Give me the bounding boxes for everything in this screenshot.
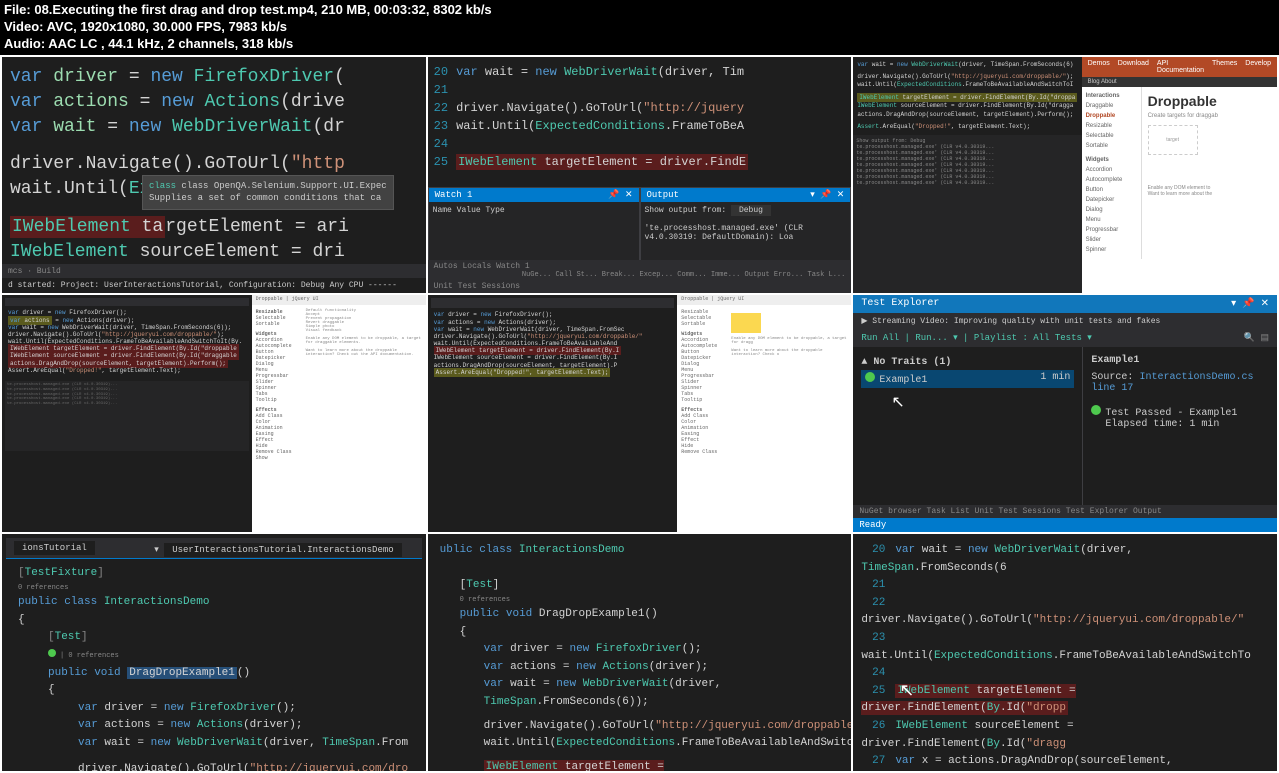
- code-line: var driver = new FirefoxDriver(: [10, 65, 418, 90]
- vs-ide: var driver = new FirefoxDriver(); var ac…: [428, 295, 678, 532]
- thumbnail-3[interactable]: var wait = new WebDriverWait(driver, Tim…: [853, 57, 1277, 294]
- bottom-tabs[interactable]: NuGet browser Task List Unit Test Sessio…: [853, 505, 1277, 518]
- media-info-header: File: 08.Executing the first drag and dr…: [0, 0, 1279, 55]
- thumbnail-9[interactable]: 20var wait = new WebDriverWait(driver, T…: [853, 534, 1277, 771]
- code-line: IWebElement sourceElement = dri: [10, 240, 418, 265]
- thumbnail-1[interactable]: var driver = new FirefoxDriver( var acti…: [2, 57, 426, 294]
- pin-icon[interactable]: ▾ 📌 ✕: [810, 190, 844, 200]
- cursor-icon: ↖: [899, 678, 914, 707]
- code-line: driver.Navigate().GoToUrl("http: [10, 152, 418, 177]
- streaming-banner[interactable]: ▶ Streaming Video: Improving quality wit…: [853, 313, 1277, 329]
- vs-ide: var driver = new FirefoxDriver(); var ac…: [2, 295, 252, 532]
- close-icon[interactable]: ▾ 📌 ✕: [1231, 298, 1269, 310]
- cursor-icon: ↖: [891, 392, 1104, 412]
- browser-docs: Droppable | jQuery UI ResizableSelectabl…: [252, 295, 426, 532]
- browser-docs: Droppable | jQuery UI ResizableSelectabl…: [677, 295, 851, 532]
- code-line: IWebElement targetElement = ari: [10, 215, 418, 240]
- code-line: var wait = new WebDriverWait(dr: [10, 115, 418, 140]
- code-editor: 20var wait = new WebDriverWait(driver, T…: [428, 57, 852, 187]
- file-info: File: 08.Executing the first drag and dr…: [4, 2, 1275, 19]
- status-bar: Ready: [853, 518, 1277, 532]
- code-line: var actions = new Actions(drive: [10, 90, 418, 115]
- bottom-tabs-left[interactable]: Autos Locals Watch 1 NuGe... Call St... …: [428, 260, 852, 281]
- jq-sidebar[interactable]: Interactions Draggable Droppable Resizab…: [1082, 87, 1142, 259]
- thumbnail-5[interactable]: var driver = new FirefoxDriver(); var ac…: [428, 295, 852, 532]
- build-tabs[interactable]: mcs · Build: [2, 264, 426, 279]
- test-explorer-header: Test Explorer ▾ 📌 ✕: [853, 295, 1277, 313]
- audio-info: Audio: AAC LC , 44.1 kHz, 2 channels, 31…: [4, 36, 1275, 53]
- sessions-tab[interactable]: Unit Test Sessions: [428, 280, 852, 293]
- video-info: Video: AVC, 1920x1080, 30.000 FPS, 7983 …: [4, 19, 1275, 36]
- thumbnail-2[interactable]: 20var wait = new WebDriverWait(driver, T…: [428, 57, 852, 294]
- code-editor: var wait = new WebDriverWait(driver, Tim…: [853, 57, 1081, 136]
- page-title: Droppable: [1148, 93, 1271, 109]
- debug-output: Show output from: Debug te.processhost.m…: [853, 135, 1081, 293]
- thumbnail-7[interactable]: ionsTutorial ▾ UserInteractionsTutorial.…: [2, 534, 426, 771]
- jq-nav[interactable]: DemosDownloadAPI DocumentationThemesDeve…: [1082, 57, 1277, 77]
- thumbnail-4[interactable]: var driver = new FirefoxDriver(); var ac…: [2, 295, 426, 532]
- jquery-ui-docs: DemosDownloadAPI DocumentationThemesDeve…: [1082, 57, 1277, 294]
- thumbnail-8[interactable]: ublic class InteractionsDemo [Test] 0 re…: [428, 534, 852, 771]
- editor-tabs[interactable]: ionsTutorial ▾ UserInteractionsTutorial.…: [6, 538, 422, 559]
- thumbnail-6[interactable]: Test Explorer ▾ 📌 ✕ ▶ Streaming Video: I…: [853, 295, 1277, 532]
- test-toolbar[interactable]: Run All | Run... ▾ | Playlist : All Test…: [853, 329, 1277, 347]
- build-output: d started: Project: UserInteractionsTuto…: [2, 278, 426, 293]
- intellisense-tooltip: class class OpenQA.Selenium.Support.UI.E…: [142, 175, 394, 210]
- drop-target[interactable]: target: [1148, 125, 1198, 155]
- pin-icon[interactable]: 📌 ✕: [608, 190, 632, 200]
- thumbnail-grid: var driver = new FirefoxDriver( var acti…: [0, 55, 1279, 773]
